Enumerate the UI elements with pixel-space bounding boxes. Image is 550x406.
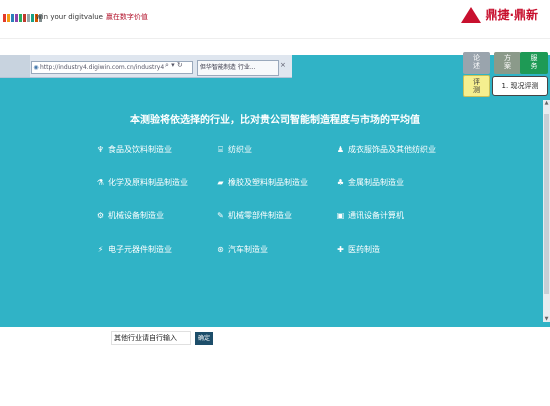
confirm-button[interactable]: 确定: [195, 331, 214, 345]
stripe: [7, 14, 10, 22]
slogan: win your digitvalue 赢在数字价值: [36, 12, 148, 22]
industry-option[interactable]: ▰ 橡胶及塑料制品制造业: [216, 177, 308, 188]
medicine-icon: ✚: [337, 245, 344, 254]
address-nav-icons[interactable]: ⌕ ▾ ↻: [165, 61, 183, 70]
page-icon: ◉: [33, 64, 39, 71]
stripe: [23, 14, 26, 22]
tab-assessment-label: 评 测: [473, 78, 480, 94]
tab-discussion-label: 论 述: [473, 54, 480, 70]
industry-label: 机械零部件制造业: [228, 211, 292, 220]
industry-label: 食品及饮料制造业: [108, 145, 172, 154]
industry-option[interactable]: ▣ 通讯设备计算机: [336, 210, 404, 221]
chemistry-icon: ⚗: [96, 178, 105, 187]
industry-option[interactable]: ♟ 成衣服饰品及其他纺织业: [336, 144, 436, 155]
industry-label: 金属制品制造业: [348, 178, 404, 187]
scroll-down-icon[interactable]: ▼: [543, 316, 550, 322]
industry-label: 成衣服饰品及其他纺织业: [348, 145, 436, 154]
tab-assessment[interactable]: 评 测: [463, 75, 490, 97]
plastic-icon: ▰: [217, 178, 224, 187]
brand-logo[interactable]: 鼎捷·鼎新: [461, 6, 538, 23]
tab-solution-label: 方 案: [504, 54, 511, 70]
car-icon: ⊛: [217, 245, 224, 254]
other-industry-checkbox[interactable]: ✓: [97, 333, 107, 343]
tab-solution[interactable]: 方 案: [494, 52, 521, 74]
industry-label: 纺织业: [228, 145, 252, 154]
loom-icon: ⌸: [218, 145, 223, 154]
address-text: http://industry4.digiwin.com.cn/industry…: [40, 64, 165, 71]
slogan-en: win your digitvalue: [36, 13, 103, 21]
industry-label: 机械设备制造业: [108, 211, 164, 220]
other-industry-input[interactable]: 其他行业请自行输入: [111, 331, 191, 345]
industry-option[interactable]: ♣ 金属制品制造业: [336, 177, 404, 188]
other-industry-row: ✓ 其他行业请自行输入 确定: [97, 331, 214, 345]
scrollbar[interactable]: ▲ ▼: [543, 100, 550, 322]
electronics-icon: ⚡: [97, 245, 104, 254]
industry-option[interactable]: ✚ 医药制造: [336, 244, 380, 255]
scroll-thumb[interactable]: [544, 114, 549, 294]
industry-option[interactable]: ♆ 食品及饮料制造业: [96, 144, 172, 155]
stripe: [27, 14, 30, 22]
people-icon: ♟: [336, 145, 345, 154]
industry-label: 医药制造: [348, 245, 380, 254]
stripe: [15, 14, 18, 22]
tab-service[interactable]: 服 务: [520, 52, 548, 74]
browser-toolbar-back[interactable]: [0, 55, 30, 77]
computer-icon: ▣: [336, 211, 345, 220]
scroll-up-icon[interactable]: ▲: [543, 100, 550, 106]
stripe: [3, 14, 6, 22]
current-assessment-button[interactable]: 1. 现况评测: [492, 76, 548, 96]
industry-option[interactable]: ⚙ 机械设备制造业: [96, 210, 164, 221]
bottle-icon: ♆: [96, 145, 105, 154]
industry-option[interactable]: ⚡ 电子元器件制造业: [96, 244, 172, 255]
browser-tab[interactable]: 但华智能制造 行业...: [197, 60, 279, 76]
stripe: [11, 14, 14, 22]
industry-label: 化学及原料制品制造业: [108, 178, 188, 187]
stripe: [19, 14, 22, 22]
parts-icon: ✎: [217, 211, 224, 220]
divider: [0, 38, 550, 39]
browser-bar: ◉http://industry4.digiwin.com.cn/industr…: [0, 55, 292, 78]
machine-icon: ⚙: [96, 211, 105, 220]
industry-option[interactable]: ⚗ 化学及原料制品制造业: [96, 177, 188, 188]
metal-icon: ♣: [336, 178, 345, 187]
industry-option[interactable]: ✎ 机械零部件制造业: [216, 210, 292, 221]
tab-service-label: 服 务: [530, 54, 538, 70]
industry-label: 橡胶及塑料制品制造业: [228, 178, 308, 187]
industry-label: 汽车制造业: [228, 245, 268, 254]
site-header: win your digitvalue 赢在数字价值 鼎捷·鼎新: [0, 0, 550, 38]
tab-title: 但华智能制造 行业...: [199, 64, 256, 71]
industry-option[interactable]: ⌸ 纺织业: [216, 144, 252, 155]
industry-label: 电子元器件制造业: [108, 245, 172, 254]
close-tab-icon[interactable]: ×: [280, 61, 286, 69]
stripe: [31, 14, 34, 22]
page-headline: 本测验将依选择的行业，比对贵公司智能制造程度与市场的平均值: [130, 115, 420, 126]
brand-name: 鼎捷·鼎新: [485, 8, 538, 22]
brand-mark-icon: [461, 6, 482, 23]
industry-option[interactable]: ⊛ 汽车制造业: [216, 244, 268, 255]
industry-label: 通讯设备计算机: [348, 211, 404, 220]
tab-discussion[interactable]: 论 述: [463, 52, 490, 74]
slogan-cn: 赢在数字价值: [105, 13, 148, 21]
